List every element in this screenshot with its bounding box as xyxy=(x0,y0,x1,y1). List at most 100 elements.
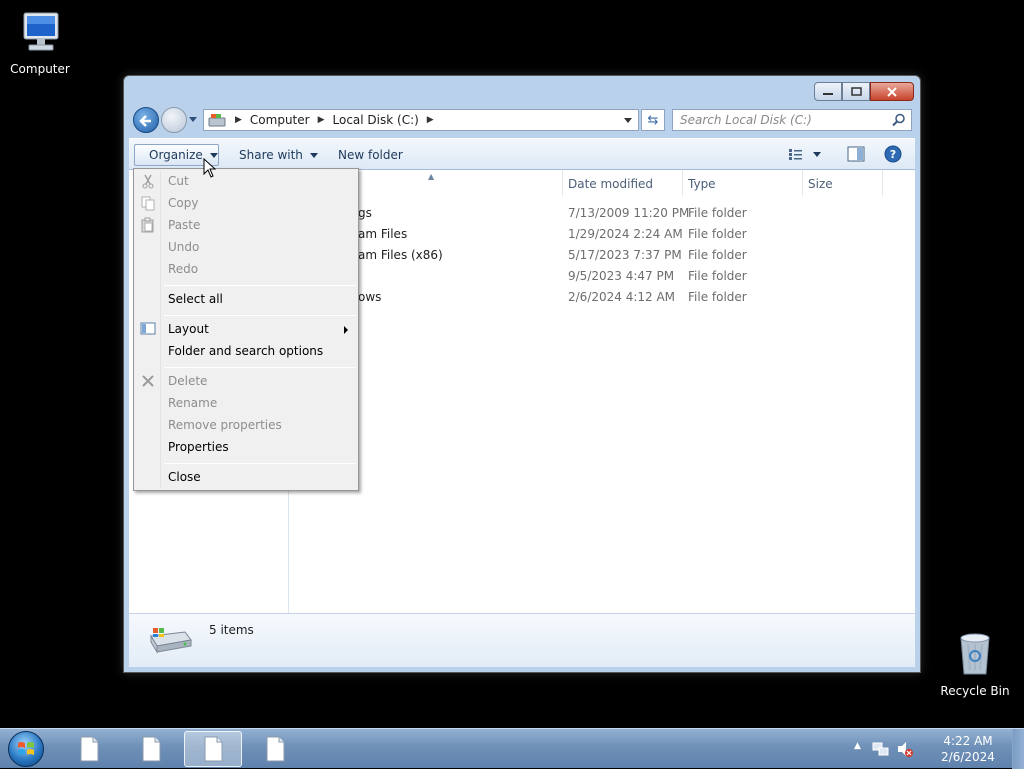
computer-icon-label: Computer xyxy=(10,62,70,76)
file-name: am Files xyxy=(358,227,408,241)
item-count: 5 items xyxy=(209,623,254,637)
menu-item-undo[interactable]: Undo xyxy=(168,240,199,254)
taskbar-button[interactable] xyxy=(122,731,180,767)
views-icon xyxy=(789,149,821,160)
menu-item-rename[interactable]: Rename xyxy=(168,396,217,410)
breadcrumb-computer[interactable]: Computer xyxy=(250,113,310,127)
file-row[interactable]: 9/5/2023 4:47 PM File folder xyxy=(290,266,915,287)
menu-separator xyxy=(164,285,356,286)
breadcrumb-local-disk[interactable]: Local Disk (C:) xyxy=(333,113,419,127)
help-button[interactable]: ? xyxy=(884,145,902,166)
menu-separator xyxy=(164,463,356,464)
mouse-cursor-icon xyxy=(203,158,217,178)
recent-pages-dropdown[interactable] xyxy=(189,117,197,122)
menu-item-close[interactable]: Close xyxy=(168,470,201,484)
file-row[interactable]: am Files 1/29/2024 2:24 AM File folder xyxy=(290,224,915,245)
file-date: 5/17/2023 7:37 PM xyxy=(568,248,682,262)
menu-item-folder-options[interactable]: Folder and search options xyxy=(168,344,323,358)
breadcrumb-separator[interactable]: ▶ xyxy=(235,115,242,125)
change-view-button[interactable] xyxy=(787,145,827,166)
recycle-bin-label: Recycle Bin xyxy=(940,684,1010,698)
column-size[interactable]: Size xyxy=(808,177,833,191)
submenu-arrow-icon xyxy=(344,326,348,334)
column-type[interactable]: Type xyxy=(688,177,716,191)
breadcrumb-separator[interactable]: ▶ xyxy=(318,115,325,125)
refresh-button[interactable]: ⇆ xyxy=(641,109,665,131)
maximize-button[interactable] xyxy=(842,82,870,101)
hard-drive-icon xyxy=(150,628,192,654)
column-headers: ▲ Date modified Type Size xyxy=(290,170,915,196)
file-date: 9/5/2023 4:47 PM xyxy=(568,269,675,283)
search-icon[interactable] xyxy=(892,113,906,127)
file-row[interactable]: am Files (x86) 5/17/2023 7:37 PM File fo… xyxy=(290,245,915,266)
file-row[interactable]: ows 2/6/2024 4:12 AM File folder xyxy=(290,287,915,308)
network-icon[interactable] xyxy=(872,740,890,758)
close-button[interactable] xyxy=(870,82,914,101)
file-type: File folder xyxy=(688,269,747,283)
column-divider[interactable] xyxy=(562,170,563,196)
new-folder-button[interactable]: New folder xyxy=(332,144,409,166)
menu-item-redo[interactable]: Redo xyxy=(168,262,198,276)
layout-icon xyxy=(140,322,156,335)
menu-separator xyxy=(164,315,356,316)
file-row[interactable]: gs 7/13/2009 11:20 PM File folder xyxy=(290,203,915,224)
menu-item-properties[interactable]: Properties xyxy=(168,440,229,454)
help-icon: ? xyxy=(884,145,902,163)
delete-icon xyxy=(142,375,154,387)
column-divider[interactable] xyxy=(682,170,683,196)
share-with-button[interactable]: Share with xyxy=(233,144,324,166)
address-bar[interactable]: ▶ Computer ▶ Local Disk (C:) ▶ xyxy=(203,109,639,131)
column-date-modified[interactable]: Date modified xyxy=(568,177,653,191)
menu-item-layout[interactable]: Layout xyxy=(168,322,209,336)
minimize-button[interactable] xyxy=(814,82,842,101)
menu-item-paste[interactable]: Paste xyxy=(168,218,200,232)
clock-time: 4:22 AM xyxy=(943,734,993,748)
clock[interactable]: 4:22 AM 2/6/2024 xyxy=(938,733,998,765)
windows-logo-icon xyxy=(18,742,34,755)
chevron-down-icon xyxy=(209,152,218,158)
sort-up-icon: ▲ xyxy=(428,172,435,181)
system-tray: ▲ 4:22 AM 2/6/2024 xyxy=(854,729,1024,769)
taskbar-button[interactable] xyxy=(246,731,304,767)
command-bar: Organize Share with New folder ? xyxy=(129,138,915,170)
organize-menu: Cut Copy Paste Undo Redo Select all Layo… xyxy=(133,168,359,491)
file-name: ows xyxy=(358,290,382,304)
show-hidden-icons-button[interactable]: ▲ xyxy=(854,741,861,751)
taskbar-button[interactable] xyxy=(60,731,118,767)
refresh-icon: ⇆ xyxy=(647,112,659,128)
svg-text:?: ? xyxy=(890,148,896,161)
file-type: File folder xyxy=(688,290,747,304)
menu-item-cut[interactable]: Cut xyxy=(168,174,189,188)
breadcrumb-separator[interactable]: ▶ xyxy=(427,115,434,125)
preview-pane-button[interactable] xyxy=(847,145,865,166)
taskbar-button-active[interactable] xyxy=(184,731,242,767)
search-box[interactable] xyxy=(672,109,912,131)
address-history-dropdown[interactable] xyxy=(624,118,632,123)
volume-muted-icon[interactable] xyxy=(896,740,914,758)
cut-icon xyxy=(142,174,154,189)
recycle-bin-desktop-icon[interactable]: Recycle Bin xyxy=(935,630,1015,698)
window-caption-buttons xyxy=(814,82,914,101)
menu-item-copy[interactable]: Copy xyxy=(168,196,198,210)
show-desktop-button[interactable] xyxy=(1012,729,1024,769)
start-button[interactable] xyxy=(8,731,44,767)
search-input[interactable] xyxy=(680,113,880,127)
menu-item-select-all[interactable]: Select all xyxy=(168,292,223,306)
paste-icon xyxy=(141,217,154,233)
back-arrow-icon xyxy=(139,115,151,127)
column-divider[interactable] xyxy=(802,170,803,196)
column-divider[interactable] xyxy=(882,170,883,196)
file-name: gs xyxy=(358,206,372,220)
forward-button[interactable] xyxy=(161,107,187,133)
taskbar: ▲ 4:22 AM 2/6/2024 xyxy=(0,728,1024,769)
menu-item-delete[interactable]: Delete xyxy=(168,374,207,388)
document-icon xyxy=(80,736,99,762)
desktop: Computer Recycle Bin ▶ Computer ▶ Local … xyxy=(0,0,1024,728)
menu-item-remove-properties[interactable]: Remove properties xyxy=(168,418,282,432)
back-button[interactable] xyxy=(133,107,159,133)
computer-desktop-icon[interactable]: Computer xyxy=(0,10,80,76)
details-pane: 5 items xyxy=(129,613,915,667)
copy-icon xyxy=(141,196,155,211)
navigation-row: ▶ Computer ▶ Local Disk (C:) ▶ ⇆ xyxy=(131,105,912,135)
chevron-down-icon xyxy=(309,152,318,158)
